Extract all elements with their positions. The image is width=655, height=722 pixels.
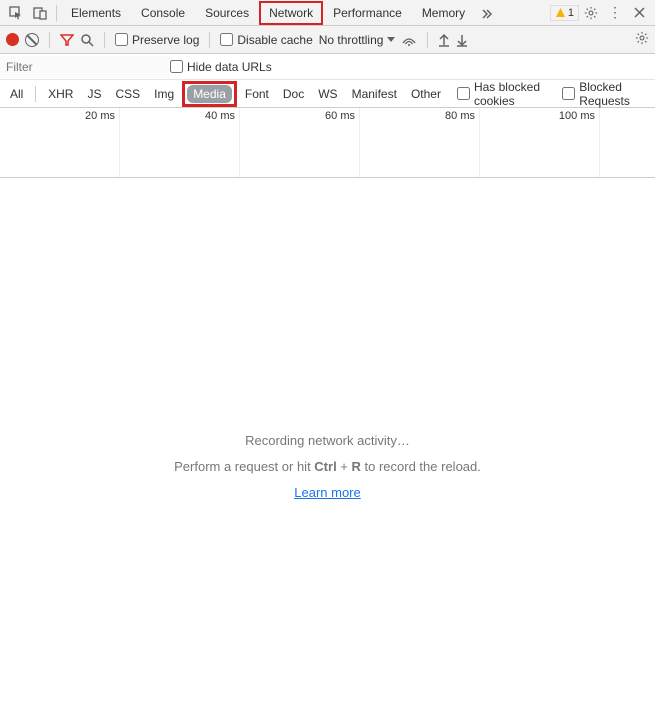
hide-data-urls-label: Hide data URLs xyxy=(187,60,272,74)
disable-cache-label: Disable cache xyxy=(237,33,312,47)
separator xyxy=(49,32,50,48)
has-blocked-cookies-checkbox[interactable]: Has blocked cookies xyxy=(457,80,556,108)
throttling-select[interactable]: No throttling xyxy=(319,33,396,47)
tab-performance[interactable]: Performance xyxy=(323,1,412,25)
has-blocked-cookies-input[interactable] xyxy=(457,87,470,100)
type-media[interactable]: Media xyxy=(187,85,232,103)
main-tabs: Elements Console Sources Network Perform… xyxy=(61,1,550,25)
type-xhr[interactable]: XHR xyxy=(42,85,79,103)
import-har-icon[interactable] xyxy=(438,33,450,47)
tick-label: 100 ms xyxy=(559,110,595,122)
blocked-requests-label: Blocked Requests xyxy=(579,80,651,108)
tick-label: 20 ms xyxy=(85,110,115,122)
filter-input[interactable] xyxy=(0,56,170,78)
separator xyxy=(56,5,57,21)
filter-icon[interactable] xyxy=(60,33,74,47)
blocked-requests-input[interactable] xyxy=(562,87,575,100)
hide-data-urls-checkbox[interactable]: Hide data URLs xyxy=(170,60,272,74)
kebab-menu-icon[interactable]: ⋮ xyxy=(605,3,625,23)
separator xyxy=(35,86,36,102)
type-filter-bar: All XHR JS CSS Img Media Font Doc WS Man… xyxy=(0,80,655,108)
panel-settings-gear-icon[interactable] xyxy=(635,31,649,48)
disable-cache-checkbox[interactable]: Disable cache xyxy=(220,33,312,47)
chevron-down-icon[interactable] xyxy=(387,37,395,42)
record-button[interactable] xyxy=(6,33,19,46)
timeline-tick: 100 ms xyxy=(480,108,600,177)
warning-count: 1 xyxy=(568,7,574,19)
preserve-log-label: Preserve log xyxy=(132,33,199,47)
export-har-icon[interactable] xyxy=(456,33,468,47)
tick-label: 60 ms xyxy=(325,110,355,122)
type-other[interactable]: Other xyxy=(405,85,447,103)
timeline-overview[interactable]: 20 ms 40 ms 60 ms 80 ms 100 ms xyxy=(0,108,655,178)
type-all[interactable]: All xyxy=(4,85,29,103)
network-toolbar: Preserve log Disable cache No throttling xyxy=(0,26,655,54)
type-css[interactable]: CSS xyxy=(109,85,146,103)
tick-label: 40 ms xyxy=(205,110,235,122)
separator xyxy=(427,32,428,48)
hide-data-urls-input[interactable] xyxy=(170,60,183,73)
timeline-tick: 60 ms xyxy=(240,108,360,177)
has-blocked-cookies-label: Has blocked cookies xyxy=(474,80,556,108)
inspect-icon[interactable] xyxy=(6,3,26,23)
devtools-topbar: Elements Console Sources Network Perform… xyxy=(0,0,655,26)
empty-line1: Recording network activity… xyxy=(0,428,655,454)
empty-line2: Perform a request or hit Ctrl + R to rec… xyxy=(0,454,655,480)
timeline-tick: 40 ms xyxy=(120,108,240,177)
type-ws[interactable]: WS xyxy=(312,85,343,103)
learn-more-link[interactable]: Learn more xyxy=(294,485,360,500)
disable-cache-input[interactable] xyxy=(220,33,233,46)
tab-elements[interactable]: Elements xyxy=(61,1,131,25)
type-js[interactable]: JS xyxy=(81,85,107,103)
preserve-log-checkbox[interactable]: Preserve log xyxy=(115,33,199,47)
device-toggle-icon[interactable] xyxy=(30,3,50,23)
warnings-badge[interactable]: 1 xyxy=(550,5,579,21)
blocked-requests-checkbox[interactable]: Blocked Requests xyxy=(562,80,651,108)
search-icon[interactable] xyxy=(80,33,94,47)
timeline-tick: 20 ms xyxy=(0,108,120,177)
tab-network[interactable]: Network xyxy=(259,1,323,25)
timeline-tick: 80 ms xyxy=(360,108,480,177)
type-manifest[interactable]: Manifest xyxy=(346,85,403,103)
type-img[interactable]: Img xyxy=(148,85,180,103)
type-media-highlight: Media xyxy=(182,81,237,107)
type-doc[interactable]: Doc xyxy=(277,85,310,103)
more-tabs-icon[interactable] xyxy=(477,3,497,23)
throttling-label: No throttling xyxy=(319,33,384,47)
tab-memory[interactable]: Memory xyxy=(412,1,475,25)
tab-console[interactable]: Console xyxy=(131,1,195,25)
clear-button[interactable] xyxy=(25,33,39,47)
settings-gear-icon[interactable] xyxy=(581,3,601,23)
empty-state: Recording network activity… Perform a re… xyxy=(0,428,655,506)
separator xyxy=(104,32,105,48)
separator xyxy=(209,32,210,48)
filter-bar: Hide data URLs xyxy=(0,54,655,80)
close-icon[interactable] xyxy=(629,3,649,23)
type-font[interactable]: Font xyxy=(239,85,275,103)
network-conditions-icon[interactable] xyxy=(401,33,417,47)
tick-label: 80 ms xyxy=(445,110,475,122)
tab-sources[interactable]: Sources xyxy=(195,1,259,25)
preserve-log-input[interactable] xyxy=(115,33,128,46)
